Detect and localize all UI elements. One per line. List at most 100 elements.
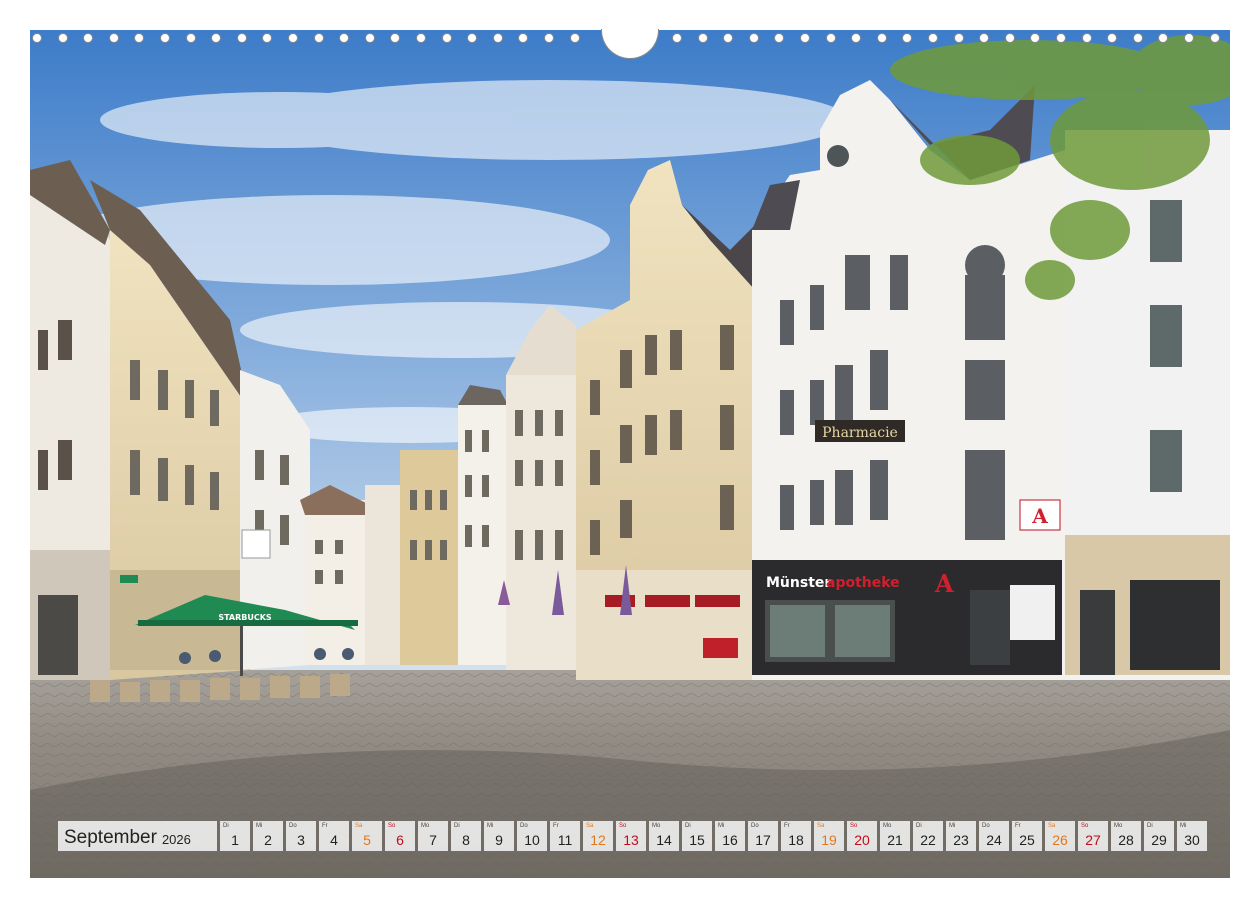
day-of-week: So xyxy=(388,823,396,829)
binding-hole xyxy=(1030,33,1041,43)
day-number: 26 xyxy=(1052,832,1068,848)
day-of-week: Di xyxy=(223,823,229,829)
day-of-week: Mi xyxy=(487,823,494,829)
day-of-week: Mi xyxy=(1180,823,1187,829)
binding-hole xyxy=(672,33,682,43)
muenster-sign-accent: apotheke xyxy=(826,575,900,591)
day-number: 10 xyxy=(524,832,540,848)
day-cell: Di 22 xyxy=(913,821,943,851)
day-of-week: Fr xyxy=(1015,823,1021,829)
binding-hole xyxy=(902,33,913,43)
binding-hole xyxy=(441,33,452,43)
day-number: 27 xyxy=(1085,832,1101,848)
day-number: 21 xyxy=(887,832,903,848)
binding-hole xyxy=(953,33,964,43)
day-cell: Mi 30 xyxy=(1177,821,1207,851)
binding-hole xyxy=(748,33,759,43)
month-label: September 2026 xyxy=(58,821,217,851)
day-cell: Do 3 xyxy=(286,821,316,851)
day-of-week: Fr xyxy=(322,823,328,829)
binding-hole xyxy=(1107,33,1118,43)
binding-hole xyxy=(1209,33,1220,43)
binding-hole xyxy=(1132,33,1143,43)
day-of-week: So xyxy=(1081,823,1089,829)
day-number: 25 xyxy=(1019,832,1035,848)
binding-hole xyxy=(313,33,324,43)
apotheke-logo-lower: A xyxy=(934,569,954,598)
day-number: 23 xyxy=(953,832,969,848)
apotheke-logo-upper: A xyxy=(1031,504,1048,528)
day-of-week: Fr xyxy=(553,823,559,829)
starbucks-sign: STARBUCKS xyxy=(218,613,272,622)
binding-hole xyxy=(108,33,119,43)
day-cell: Sa 12 xyxy=(583,821,613,851)
day-of-week: Mo xyxy=(421,823,430,829)
binding-hole xyxy=(467,33,478,43)
day-cell: Fr 11 xyxy=(550,821,580,851)
binding-hole xyxy=(236,33,247,43)
day-cell: So 6 xyxy=(385,821,415,851)
binding-hole xyxy=(32,33,42,43)
binding-hole xyxy=(492,33,503,43)
day-of-week: Mi xyxy=(949,823,956,829)
day-cell: Do 10 xyxy=(517,821,547,851)
day-of-week: Mi xyxy=(718,823,725,829)
day-of-week: Sa xyxy=(355,823,363,829)
day-of-week: Sa xyxy=(1048,823,1056,829)
day-of-week: Sa xyxy=(817,823,825,829)
day-cell: Fr 25 xyxy=(1012,821,1042,851)
day-cell: Di 1 xyxy=(220,821,250,851)
day-cell: Sa 26 xyxy=(1045,821,1075,851)
binding-hole xyxy=(364,33,375,43)
binding-hole xyxy=(800,33,810,43)
calendar-strip: September 2026 Di 1 Mi 2 Do 3 Fr 4 Sa 5 So 6 Mo 7 Di 8 M… xyxy=(58,821,1207,851)
binding-hole xyxy=(1056,33,1066,43)
binding-hole xyxy=(979,33,990,43)
binding-hole xyxy=(57,33,68,43)
binding-hole xyxy=(390,33,401,43)
day-of-week: Mo xyxy=(652,823,661,829)
day-number: 9 xyxy=(495,832,503,848)
binding-hole xyxy=(1004,33,1015,43)
day-number: 24 xyxy=(986,832,1002,848)
day-of-week: Sa xyxy=(586,823,594,829)
day-of-week: Fr xyxy=(784,823,790,829)
day-of-week: Mo xyxy=(1114,823,1123,829)
day-cell: Mi 23 xyxy=(946,821,976,851)
binding-hole xyxy=(851,33,862,43)
day-of-week: Di xyxy=(1147,823,1153,829)
day-number: 29 xyxy=(1151,832,1167,848)
day-number: 11 xyxy=(557,832,573,848)
day-of-week: Do xyxy=(751,823,759,829)
day-number: 8 xyxy=(462,832,470,848)
day-cell: Di 8 xyxy=(451,821,481,851)
binding-hole xyxy=(211,33,222,43)
pharmacie-sign: Pharmacie xyxy=(822,425,898,441)
day-number: 15 xyxy=(689,832,705,848)
day-of-week: Di xyxy=(454,823,460,829)
binding-hole xyxy=(876,33,887,43)
binding-hole xyxy=(1158,33,1169,43)
binding-hole xyxy=(723,33,734,43)
binding-hole xyxy=(774,33,785,43)
binding-hole xyxy=(339,33,350,43)
day-cell: Sa 5 xyxy=(352,821,382,851)
day-cell: Mo 21 xyxy=(880,821,910,851)
day-cell: Mo 7 xyxy=(418,821,448,851)
day-cell: Mi 9 xyxy=(484,821,514,851)
day-of-week: Di xyxy=(916,823,922,829)
day-number: 17 xyxy=(755,832,771,848)
day-cell: Fr 4 xyxy=(319,821,349,851)
binding-hole xyxy=(825,33,836,43)
month-name: September xyxy=(64,827,157,848)
day-number: 5 xyxy=(363,832,371,848)
binding-hole xyxy=(1081,33,1092,43)
day-of-week: Do xyxy=(289,823,297,829)
day-number: 22 xyxy=(920,832,936,848)
day-of-week: Mo xyxy=(883,823,892,829)
day-number: 1 xyxy=(231,832,239,848)
day-of-week: Di xyxy=(685,823,691,829)
town-square-photo: Pharmacie A Münster apotheke A STARBUCKS xyxy=(30,30,1230,878)
day-number: 18 xyxy=(788,832,804,848)
day-number: 12 xyxy=(590,832,606,848)
